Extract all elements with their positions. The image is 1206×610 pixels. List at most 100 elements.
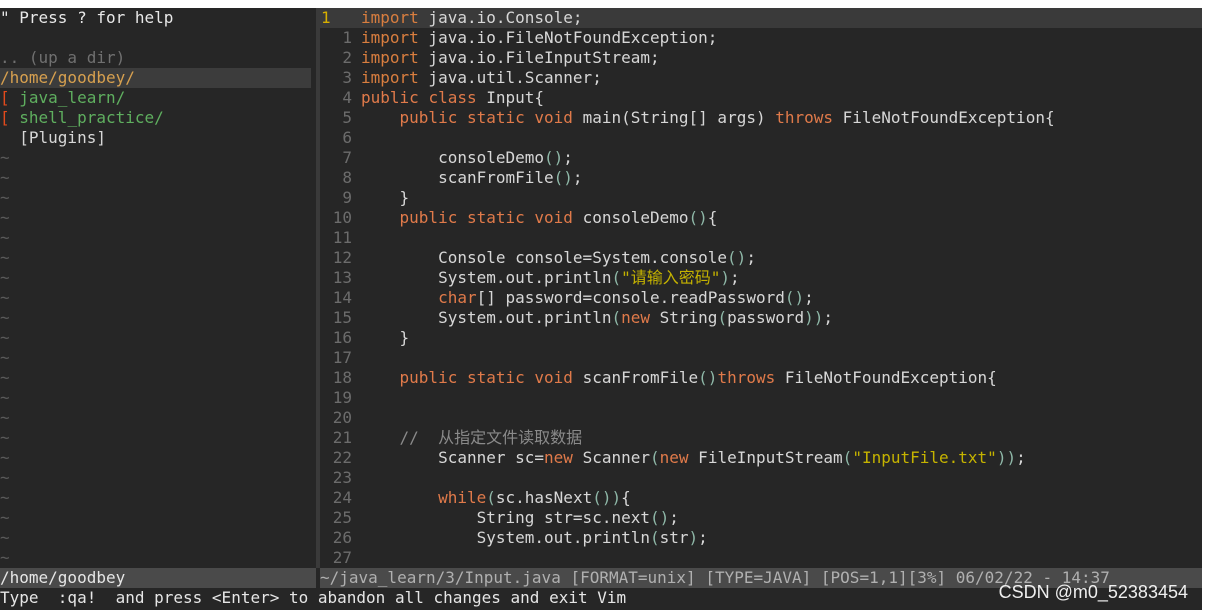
code-line[interactable]: 24 while(sc.hasNext()){ [320, 488, 1202, 508]
code-line[interactable]: 23 [320, 468, 1202, 488]
line-number: 25 [332, 508, 352, 527]
code-text: import java.io.FileInputStream; [361, 48, 660, 67]
code-line[interactable]: 11 [320, 228, 1202, 248]
code-text: public static void scanFromFile()throws … [399, 368, 997, 387]
line-number: 3 [342, 68, 352, 87]
code-line[interactable]: 19 [320, 388, 1202, 408]
line-number: 11 [332, 228, 352, 247]
code-line[interactable]: 17 [320, 348, 1202, 368]
empty-line-tilde: ~ [0, 308, 10, 327]
line-number: 15 [332, 308, 352, 327]
tree-status-line: /home/goodbey [0, 568, 316, 588]
code-line[interactable]: 26 System.out.println(str); [320, 528, 1202, 548]
code-line[interactable]: 15 System.out.println(new String(passwor… [320, 308, 1202, 328]
line-number: 27 [332, 548, 352, 567]
empty-line-tilde: ~ [0, 268, 10, 287]
empty-line-tilde: ~ [0, 328, 10, 347]
line-number: 19 [332, 388, 352, 407]
code-editor-pane[interactable]: 1 import java.io.Console; 1 import java.io.… [320, 8, 1202, 568]
code-text: char[] password=console.readPassword(); [438, 288, 814, 307]
code-text: } [361, 328, 410, 347]
code-lines: 1 import java.io.Console; 1 import java.io.… [320, 8, 1202, 568]
empty-line-tilde: ~ [0, 148, 10, 167]
line-number: 6 [342, 128, 352, 147]
line-number: 26 [332, 528, 352, 547]
code-text: consoleDemo(); [361, 148, 573, 167]
code-line[interactable]: 1 import java.io.FileNotFoundException; [320, 28, 1202, 48]
tree-entry-label: shell_practice/ [9, 108, 164, 127]
empty-line-tilde: ~ [0, 468, 10, 487]
code-text: System.out.println("请输入密码"); [361, 268, 740, 287]
line-number: 18 [332, 368, 352, 387]
code-text: scanFromFile(); [361, 168, 583, 187]
line-number: 5 [342, 108, 352, 127]
code-line[interactable]: 20 [320, 408, 1202, 428]
line-number: 12 [332, 248, 352, 267]
empty-line-tilde: ~ [0, 428, 10, 447]
line-number: 2 [342, 48, 352, 67]
line-number: 14 [332, 288, 352, 307]
vim-window: " Press ? for help .. (up a dir) /home/g… [0, 8, 1202, 610]
code-line[interactable]: 14 char[] password=console.readPassword(… [320, 288, 1202, 308]
line-number: 9 [342, 188, 352, 207]
code-text: public static void main(String[] args) t… [399, 108, 1055, 127]
empty-line-tilde: ~ [0, 368, 10, 387]
tree-entry-java-learn[interactable]: [ java_learn/ [0, 88, 316, 108]
nerdtree-pane: " Press ? for help .. (up a dir) /home/g… [0, 8, 316, 568]
code-text: } [361, 188, 410, 207]
tree-blank-line [0, 28, 316, 48]
code-line[interactable]: 12 Console console=System.console(); [320, 248, 1202, 268]
code-line[interactable]: 9 } [320, 188, 1202, 208]
tree-help-line: " Press ? for help [0, 8, 174, 27]
tree-entry-shell-practice[interactable]: [ shell_practice/ [0, 108, 316, 128]
empty-line-tilde: ~ [0, 508, 10, 527]
tree-up-dir[interactable]: .. (up a dir) [0, 48, 316, 68]
line-number: 16 [332, 328, 352, 347]
code-text: public class Input{ [361, 88, 545, 107]
csdn-watermark: CSDN @m0_52383454 [998, 582, 1188, 602]
code-line[interactable]: 10 public static void consoleDemo(){ [320, 208, 1202, 228]
line-number: 13 [332, 268, 352, 287]
empty-line-tilde: ~ [0, 388, 10, 407]
empty-line-tilde: ~ [0, 408, 10, 427]
code-line[interactable]: 27 [320, 548, 1202, 568]
code-line[interactable]: 5 public static void main(String[] args)… [320, 108, 1202, 128]
empty-line-tilde: ~ [0, 168, 10, 187]
empty-line-tilde: ~ [0, 548, 10, 567]
tree-current-dir[interactable]: /home/goodbey/ [0, 68, 311, 88]
line-number: 1 [342, 28, 352, 47]
empty-line-tilde: ~ [0, 528, 10, 547]
code-line[interactable]: 8 scanFromFile(); [320, 168, 1202, 188]
folder-closed-icon: [ [0, 108, 10, 127]
line-number: 7 [342, 148, 352, 167]
code-line[interactable]: 18 public static void scanFromFile()thro… [320, 368, 1202, 388]
empty-line-tilde: ~ [0, 248, 10, 267]
code-text: import java.util.Scanner; [361, 68, 602, 87]
line-number: 23 [332, 468, 352, 487]
code-line[interactable]: 21 // 从指定文件读取数据 [320, 428, 1202, 448]
empty-line-tilde: ~ [0, 288, 10, 307]
code-line[interactable]: 4 public class Input{ [320, 88, 1202, 108]
code-line[interactable]: 16 } [320, 328, 1202, 348]
code-text: System.out.println(new String(password))… [361, 308, 834, 327]
tree-empty-filler: ~ ~ ~ ~ ~ ~ ~ ~ ~ ~ ~ ~ ~ ~ ~ ~ ~ ~ ~ ~ ~ [0, 148, 316, 568]
line-number: 22 [332, 448, 352, 467]
line-number: 20 [332, 408, 352, 427]
code-line[interactable]: 2 import java.io.FileInputStream; [320, 48, 1202, 68]
code-line[interactable]: 25 String str=sc.next(); [320, 508, 1202, 528]
empty-line-tilde: ~ [0, 488, 10, 507]
code-line[interactable]: 7 consoleDemo(); [320, 148, 1202, 168]
code-line[interactable]: 3 import java.util.Scanner; [320, 68, 1202, 88]
tree-entry-plugins[interactable]: [Plugins] [0, 128, 316, 148]
code-line[interactable]: 1 import java.io.Console; [320, 8, 1202, 28]
code-line[interactable]: 6 [320, 128, 1202, 148]
empty-line-tilde: ~ [0, 348, 10, 367]
code-line[interactable]: 13 System.out.println("请输入密码"); [320, 268, 1202, 288]
code-line[interactable]: 22 Scanner sc=new Scanner(new FileInputS… [320, 448, 1202, 468]
code-text: Console console=System.console(); [361, 248, 756, 267]
line-number: 10 [332, 208, 352, 227]
tree-entry-label: java_learn/ [9, 88, 126, 107]
code-text: System.out.println(str); [361, 528, 708, 547]
code-text: public static void consoleDemo(){ [399, 208, 718, 227]
code-text: import java.io.Console; [361, 8, 583, 27]
